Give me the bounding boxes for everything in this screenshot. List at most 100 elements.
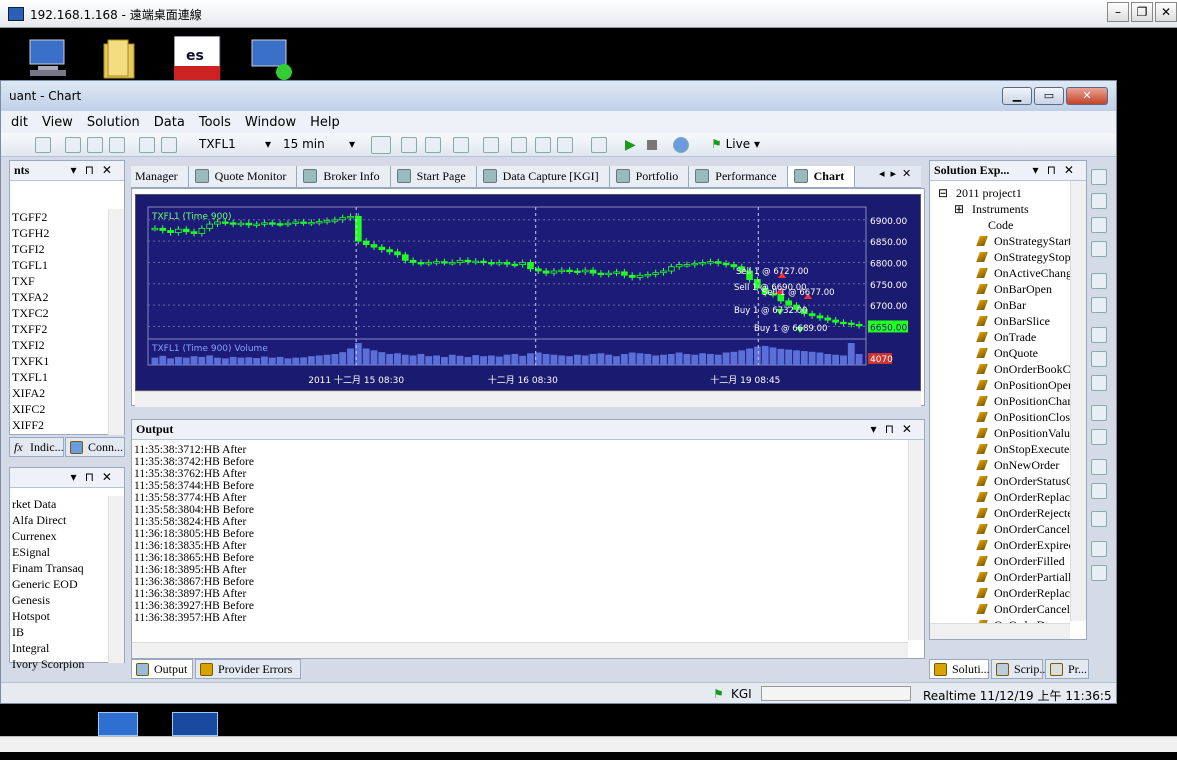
chart-svg[interactable]: 6900.00 6850.00 6800.00 6750.00 6700.00 6650.… <box>136 195 920 390</box>
solution-hscrollbar[interactable] <box>930 623 1070 639</box>
tree-event[interactable]: OnPositionOpen <box>934 377 1070 393</box>
stop-icon[interactable] <box>647 140 657 150</box>
tree-event[interactable]: OnBarSlice <box>934 313 1070 329</box>
tree-event[interactable]: OnPositionValue <box>934 425 1070 441</box>
instrument-item[interactable]: TXFC2 <box>10 305 110 321</box>
page-icon[interactable] <box>1091 541 1107 557</box>
save-icon[interactable] <box>35 137 51 153</box>
tree-event[interactable]: OnActiveChange <box>934 265 1070 281</box>
globe-icon[interactable] <box>673 137 689 153</box>
provider-item[interactable]: Genesis <box>10 592 110 608</box>
panel-controls[interactable]: ▾⊓✕ <box>871 420 920 439</box>
price-chart[interactable]: 6900.00 6850.00 6800.00 6750.00 6700.00 6650.… <box>135 194 921 391</box>
tab-data-capture-kgi[interactable]: Data Capture [KGI] <box>476 166 610 187</box>
instrument-item[interactable]: XIFF2 <box>10 417 110 433</box>
menu-help[interactable]: Help <box>310 115 340 130</box>
provider-item[interactable]: IB <box>10 624 110 640</box>
tree-event[interactable]: OnOrderReplace <box>934 489 1070 505</box>
tree-event[interactable]: OnStrategyStart <box>934 233 1070 249</box>
scrollbar[interactable] <box>108 209 124 435</box>
lock-icon[interactable] <box>1091 429 1107 445</box>
provider-item[interactable]: Hotspot <box>10 608 110 624</box>
rdp-close-button[interactable]: ✕ <box>1155 2 1177 22</box>
tab-output[interactable]: Output <box>131 659 193 679</box>
panel-controls[interactable]: ▾⊓✕ <box>1033 161 1082 180</box>
menu-solution[interactable]: Solution <box>87 115 140 130</box>
mode-select[interactable]: ⚑ Live ▾ <box>707 136 767 154</box>
tree-event[interactable]: OnBarOpen <box>934 281 1070 297</box>
tree-event[interactable]: OnTrade <box>934 329 1070 345</box>
provider-item[interactable]: Alfa Direct <box>10 512 110 528</box>
tab-indicators[interactable]: fx Indic... <box>9 437 64 457</box>
provider-item[interactable]: Integral <box>10 640 110 656</box>
tree-event[interactable]: OnOrderCancelR <box>934 601 1070 617</box>
tab-performance[interactable]: Performance <box>689 166 788 187</box>
tab-broker-info[interactable]: Broker Info <box>297 166 391 187</box>
tab-chart[interactable]: Chart <box>787 166 856 187</box>
document-icon[interactable] <box>1091 217 1107 233</box>
play-icon[interactable]: ▶ <box>625 137 636 153</box>
interval-select[interactable]: 15 min ▾ <box>279 136 359 154</box>
zoom-in-icon[interactable] <box>401 137 417 153</box>
chart-scrollbar[interactable] <box>135 391 921 407</box>
app-minimize-button[interactable]: ▁ <box>1002 87 1032 105</box>
scrollbar[interactable] <box>108 496 124 663</box>
instrument-item[interactable]: TXFL1 <box>10 369 110 385</box>
tab-provider-errors[interactable]: Provider Errors <box>195 659 301 679</box>
tree-event[interactable]: OnOrderStatusC <box>934 473 1070 489</box>
function-icon[interactable] <box>1091 297 1107 313</box>
search-icon[interactable] <box>1091 241 1107 257</box>
instrument-item[interactable]: TGFH2 <box>10 225 110 241</box>
info-icon[interactable] <box>1091 375 1107 391</box>
rdp-horizontal-scrollbar[interactable] <box>0 736 1177 752</box>
taskbar-app-icon[interactable] <box>98 712 138 736</box>
tree-event[interactable]: OnPositionChan <box>934 393 1070 409</box>
cut-icon[interactable] <box>65 137 81 153</box>
tab-quote-monitor[interactable]: Quote Monitor <box>188 166 298 187</box>
provider-item[interactable]: Currenex <box>10 528 110 544</box>
undo-icon[interactable] <box>139 137 155 153</box>
network-computer-icon[interactable] <box>248 36 296 80</box>
provider-item[interactable]: Finam Transaq <box>10 560 110 576</box>
app-close-button[interactable]: ✕ <box>1066 87 1108 105</box>
grid-icon[interactable] <box>483 137 499 153</box>
tab-manager[interactable]: Manager <box>131 166 189 187</box>
menu-edit[interactable]: dit <box>11 115 28 130</box>
menu-window[interactable]: Window <box>245 115 296 130</box>
app-maximize-button[interactable]: ▭ <box>1034 87 1064 105</box>
panel-controls[interactable]: ▾⊓✕ <box>71 468 120 487</box>
tab-solution[interactable]: Soluti... <box>929 659 990 679</box>
yeswin-app-icon[interactable]: es <box>173 35 222 81</box>
box-icon[interactable] <box>1091 459 1107 475</box>
output-hscrollbar[interactable] <box>132 642 908 658</box>
provider-item[interactable]: Ivory Scorpion <box>10 656 110 672</box>
output-scrollbar[interactable] <box>908 440 924 640</box>
computer-icon[interactable] <box>24 36 72 80</box>
tree-event[interactable]: OnOrderFilled <box>934 553 1070 569</box>
script-icon[interactable] <box>1091 483 1107 499</box>
instrument-item[interactable]: TGFF2 <box>10 209 110 225</box>
monitor-icon[interactable] <box>1091 511 1107 527</box>
instrument-item[interactable]: TXF <box>10 273 110 289</box>
candlestick-icon[interactable] <box>511 137 527 153</box>
tree-event[interactable]: OnPositionClose <box>934 409 1070 425</box>
list-icon[interactable] <box>453 137 469 153</box>
tree-code[interactable]: Code <box>934 217 1070 233</box>
instrument-item[interactable]: TXFI2 <box>10 337 110 353</box>
tree-event[interactable]: OnOrderExpired <box>934 537 1070 553</box>
tree-instruments[interactable]: ⊞ Instruments <box>934 201 1070 217</box>
tab-portfolio[interactable]: Portfolio <box>609 166 690 187</box>
rdp-minimize-button[interactable]: – <box>1107 2 1129 22</box>
tree-event[interactable]: OnOrderBookCh <box>934 361 1070 377</box>
pen-icon[interactable] <box>1091 565 1107 581</box>
database-icon[interactable] <box>1091 351 1107 367</box>
line-chart-icon[interactable] <box>557 137 573 153</box>
instrument-item[interactable]: TXFF2 <box>10 321 110 337</box>
notes-icon[interactable] <box>1091 273 1107 289</box>
instrument-item[interactable]: TGFL1 <box>10 257 110 273</box>
tab-connections[interactable]: Conn... <box>65 437 125 457</box>
copy-icon[interactable] <box>87 137 103 153</box>
tree-event[interactable]: OnOrderReplace <box>934 585 1070 601</box>
folder-icon[interactable] <box>100 36 148 80</box>
menu-tools[interactable]: Tools <box>199 115 231 130</box>
